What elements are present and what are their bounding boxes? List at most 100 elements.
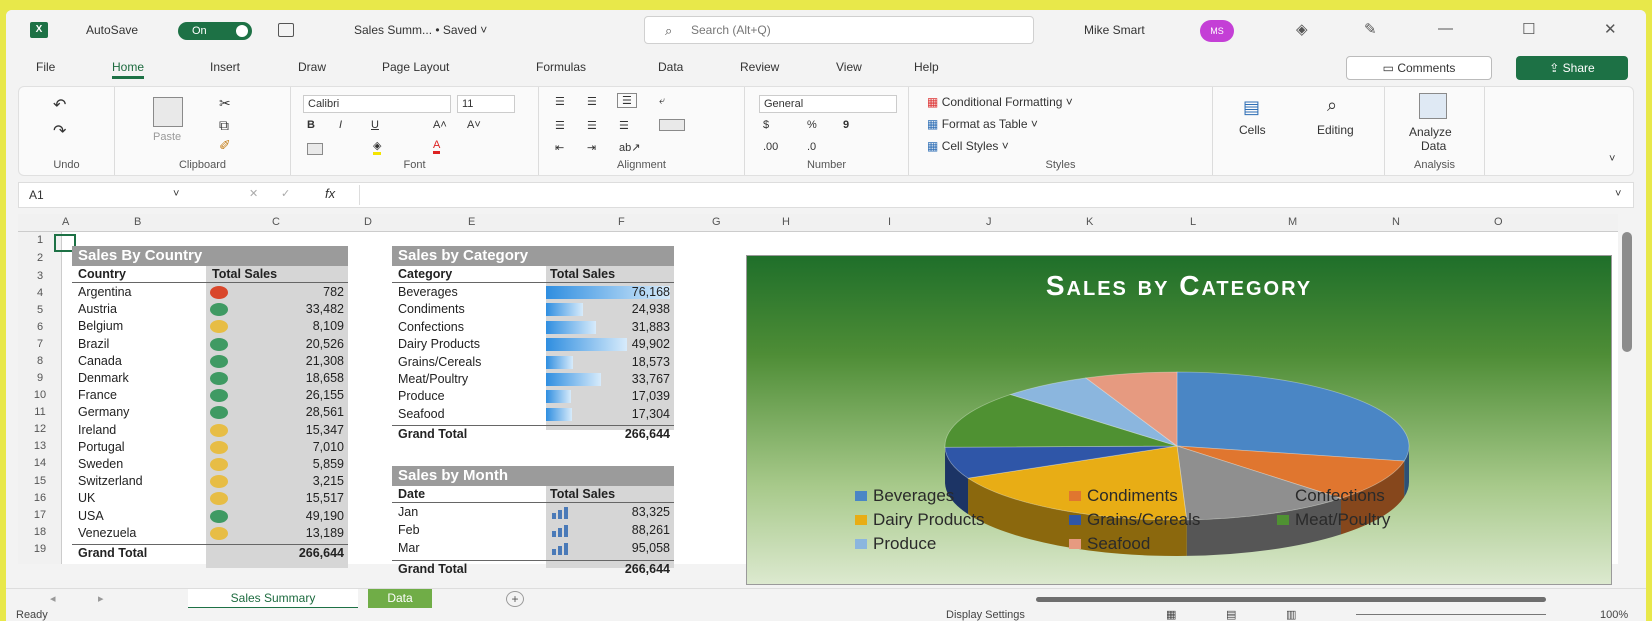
insert-function-icon[interactable]: fx (325, 186, 335, 201)
percent-icon[interactable]: % (807, 119, 817, 131)
font-size-select[interactable]: 11 (457, 95, 515, 113)
display-settings-button[interactable]: Display Settings (946, 609, 1025, 621)
name-box[interactable]: A1 (29, 188, 44, 202)
zoom-level[interactable]: 100% (1600, 609, 1628, 621)
row-header[interactable]: 19 (18, 543, 62, 555)
horizontal-scrollbar[interactable] (1036, 597, 1546, 602)
enter-icon[interactable]: ✓ (281, 187, 290, 200)
cells-group[interactable]: ▤ Cells (1213, 87, 1299, 175)
col-header[interactable]: J (986, 216, 992, 228)
col-header[interactable]: K (1086, 216, 1093, 228)
decrease-decimal-icon[interactable]: .0 (807, 141, 816, 153)
page-layout-view-icon[interactable]: ▤ (1226, 608, 1236, 621)
sheet-tab-sales-summary[interactable]: Sales Summary (188, 589, 358, 609)
bold-icon[interactable]: B (307, 119, 315, 131)
paste-icon[interactable] (153, 97, 183, 127)
row-header[interactable]: 15 (18, 475, 62, 487)
conditional-formatting-button[interactable]: ▦ Conditional Formatting ˅ (927, 95, 1073, 109)
page-break-view-icon[interactable]: ▥ (1286, 608, 1296, 621)
tab-review[interactable]: Review (740, 60, 779, 74)
sheet-tab-data[interactable]: Data (368, 589, 432, 609)
row-header[interactable]: 3 (18, 270, 62, 282)
search-input[interactable]: ⌕ Search (Alt+Q) (644, 16, 1034, 44)
number-format-select[interactable]: General (759, 95, 897, 113)
next-sheet-icon[interactable]: ▸ (98, 592, 104, 605)
col-header[interactable]: G (712, 216, 721, 228)
row-header[interactable]: 5 (18, 304, 62, 316)
merge-center-icon[interactable] (659, 119, 685, 131)
prev-sheet-icon[interactable]: ◂ (50, 592, 56, 605)
row-header[interactable]: 10 (18, 389, 62, 401)
comments-button[interactable]: ▭ Comments (1346, 56, 1492, 80)
expand-formula-icon[interactable]: ˅ (1615, 188, 1621, 200)
col-header[interactable]: L (1190, 216, 1196, 228)
row-header[interactable]: 12 (18, 423, 62, 435)
tab-view[interactable]: View (836, 60, 862, 74)
tab-data[interactable]: Data (658, 60, 683, 74)
autosave-toggle[interactable]: On (178, 22, 252, 40)
col-header[interactable]: B (134, 216, 141, 228)
fill-color-icon[interactable]: ◈ (373, 139, 382, 155)
tab-insert[interactable]: Insert (210, 60, 240, 74)
row-header[interactable]: 6 (18, 321, 62, 333)
document-title[interactable]: Sales Summ... • Saved ˅ (354, 23, 487, 37)
copy-icon[interactable]: ⧉ (219, 117, 229, 134)
name-box-dropdown-icon[interactable]: ˅ (173, 188, 179, 200)
row-header[interactable]: 8 (18, 355, 62, 367)
row-header[interactable]: 11 (18, 406, 62, 418)
row-header[interactable]: 4 (18, 287, 62, 299)
premium-diamond-icon[interactable]: ◈ (1296, 20, 1308, 38)
borders-icon[interactable] (307, 143, 323, 155)
close-icon[interactable]: ✕ (1604, 20, 1617, 38)
col-header[interactable]: C (272, 216, 280, 228)
row-header[interactable]: 16 (18, 492, 62, 504)
undo-icon[interactable]: ↶ (53, 95, 66, 115)
col-header[interactable]: M (1288, 216, 1297, 228)
decrease-font-icon[interactable]: A˅ (467, 119, 481, 131)
tab-page-layout[interactable]: Page Layout (382, 60, 449, 74)
align-right-icon[interactable]: ☰ (619, 119, 629, 132)
col-header[interactable]: I (888, 216, 891, 228)
col-header[interactable]: O (1494, 216, 1503, 228)
add-sheet-icon[interactable]: + (506, 591, 524, 607)
tab-file[interactable]: File (36, 60, 55, 74)
italic-icon[interactable]: I (339, 119, 342, 131)
cancel-icon[interactable]: ✕ (249, 187, 258, 200)
pen-icon[interactable]: ✎ (1364, 20, 1377, 38)
analyze-data-label-1[interactable]: Analyze (1409, 125, 1452, 139)
paste-label[interactable]: Paste (153, 131, 181, 143)
row-header[interactable]: 7 (18, 338, 62, 350)
analyze-data-icon[interactable] (1419, 93, 1447, 119)
formula-input[interactable] (359, 185, 1599, 205)
analyze-data-label-2[interactable]: Data (1421, 139, 1446, 153)
row-header[interactable]: 17 (18, 509, 62, 521)
share-button[interactable]: ⇪ Share (1516, 56, 1628, 80)
editing-group[interactable]: ⌕ Editing (1299, 87, 1385, 175)
avatar[interactable]: MS (1200, 20, 1234, 42)
tab-formulas[interactable]: Formulas (536, 60, 586, 74)
format-painter-icon[interactable]: ✐ (219, 137, 231, 154)
tab-home[interactable]: Home (112, 60, 145, 79)
increase-indent-icon[interactable]: ⇥ (587, 141, 596, 154)
col-header[interactable]: H (782, 216, 790, 228)
font-color-icon[interactable]: A (433, 139, 441, 154)
row-header[interactable]: 2 (18, 252, 62, 264)
decrease-indent-icon[interactable]: ⇤ (555, 141, 564, 154)
comma-icon[interactable]: 9 (843, 119, 849, 131)
user-name[interactable]: Mike Smart (1084, 23, 1145, 37)
col-header[interactable]: F (618, 216, 625, 228)
row-header[interactable]: 13 (18, 440, 62, 452)
row-header[interactable]: 9 (18, 372, 62, 384)
normal-view-icon[interactable]: ▦ (1166, 608, 1176, 621)
increase-font-icon[interactable]: A˄ (433, 119, 447, 131)
save-icon[interactable] (278, 23, 294, 37)
row-header[interactable]: 14 (18, 457, 62, 469)
maximize-icon[interactable]: ☐ (1522, 20, 1535, 38)
cell-styles-button[interactable]: ▦ Cell Styles ˅ (927, 139, 1009, 153)
tab-draw[interactable]: Draw (298, 60, 326, 74)
zoom-slider[interactable] (1356, 614, 1546, 615)
align-top-icon[interactable]: ☰ (555, 95, 565, 108)
pie-chart[interactable]: Sales by Category Beverages Condiments Con… (746, 255, 1612, 585)
currency-icon[interactable]: $ (763, 119, 769, 131)
vertical-scrollbar[interactable] (1622, 232, 1632, 352)
